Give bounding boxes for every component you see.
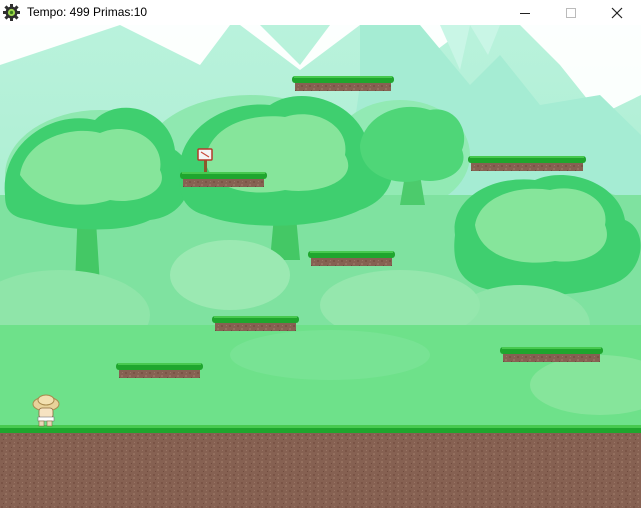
close-icon	[611, 7, 623, 18]
game-canvas[interactable]	[0, 25, 641, 508]
platform	[292, 76, 394, 91]
minimize-icon	[520, 12, 530, 14]
maximize-icon	[566, 7, 576, 18]
window-title: Tempo: 499 Primas:10	[27, 5, 148, 19]
minimize-button[interactable]	[502, 0, 548, 25]
platform	[212, 316, 299, 331]
maximize-button[interactable]	[548, 0, 594, 25]
game-scene	[0, 25, 641, 508]
platform	[308, 251, 395, 266]
gear-icon	[3, 4, 20, 21]
close-button[interactable]	[594, 0, 640, 25]
title-bar: Tempo: 499 Primas:10	[0, 0, 641, 25]
platform	[468, 156, 586, 171]
platform	[500, 347, 603, 362]
platform	[180, 172, 267, 187]
platform	[116, 363, 203, 378]
ground	[0, 425, 641, 508]
